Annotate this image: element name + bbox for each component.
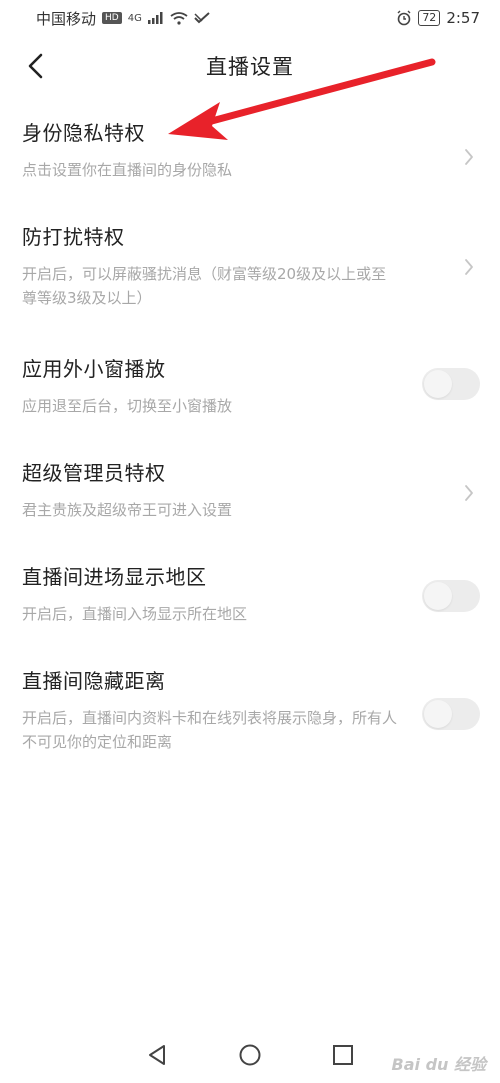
- status-bar: 中国移动 HD 4G 72 2:57: [0, 0, 500, 36]
- square-recent-icon: [333, 1045, 354, 1065]
- toggle-switch[interactable]: [422, 580, 480, 612]
- nav-home-button[interactable]: [236, 1041, 264, 1069]
- setting-description: 应用退至后台，切换至小窗播放: [22, 397, 233, 415]
- screen: 中国移动 HD 4G 72 2:57 直播设置 身份隐私特权 点击设置你在直播间…: [0, 0, 500, 1083]
- clock: 2:57: [446, 9, 480, 27]
- battery-indicator: 72: [418, 10, 441, 26]
- hd-badge: HD: [102, 12, 122, 24]
- setting-title: 直播间隐藏距离: [22, 669, 166, 693]
- toggle-knob: [424, 370, 452, 398]
- triangle-back-icon: [148, 1045, 165, 1065]
- setting-title: 应用外小窗播放: [22, 357, 166, 381]
- toggle-knob: [424, 582, 452, 610]
- back-button[interactable]: [20, 50, 52, 82]
- setting-title: 直播间进场显示地区: [22, 565, 207, 589]
- chevron-right-icon[interactable]: [460, 258, 478, 276]
- data-saver-icon: [194, 12, 210, 24]
- alarm-icon: [396, 10, 412, 26]
- chevron-right-icon[interactable]: [460, 148, 478, 166]
- status-right: 72 2:57: [396, 9, 480, 27]
- toggle-knob: [424, 700, 452, 728]
- toggle-switch[interactable]: [422, 368, 480, 400]
- setting-title: 身份隐私特权: [22, 121, 145, 145]
- wifi-icon: [170, 11, 188, 25]
- nav-recent-button[interactable]: [329, 1041, 357, 1069]
- signal-icon: [147, 12, 164, 24]
- setting-title: 防打扰特权: [22, 225, 125, 249]
- status-left: 中国移动 HD 4G: [36, 8, 210, 29]
- setting-item[interactable]: 身份隐私特权点击设置你在直播间的身份隐私: [0, 120, 500, 182]
- network-type: 4G: [127, 12, 142, 24]
- watermark: Bai du 经验: [391, 1055, 486, 1074]
- setting-item[interactable]: 防打扰特权开启后，可以屏蔽骚扰消息（财富等级20级及以上或至尊等级3级及以上）: [0, 224, 500, 310]
- chevron-right-icon[interactable]: [460, 484, 478, 502]
- setting-item[interactable]: 超级管理员特权君主贵族及超级帝王可进入设置: [0, 460, 500, 522]
- carrier-label: 中国移动: [36, 9, 97, 28]
- setting-description: 君主贵族及超级帝王可进入设置: [22, 501, 233, 519]
- nav-back-button[interactable]: [143, 1041, 171, 1069]
- toggle-switch[interactable]: [422, 698, 480, 730]
- setting-description: 开启后，直播间内资料卡和在线列表将展示隐身，所有人不可见你的定位和距离: [22, 709, 398, 751]
- setting-description: 开启后，直播间入场显示所在地区: [22, 605, 248, 623]
- circle-home-icon: [239, 1044, 261, 1066]
- chevron-left-icon: [28, 53, 43, 79]
- setting-description: 开启后，可以屏蔽骚扰消息（财富等级20级及以上或至尊等级3级及以上）: [22, 265, 387, 307]
- setting-description: 点击设置你在直播间的身份隐私: [22, 161, 233, 179]
- setting-title: 超级管理员特权: [22, 461, 166, 485]
